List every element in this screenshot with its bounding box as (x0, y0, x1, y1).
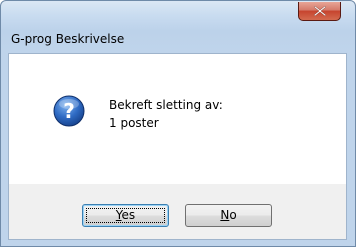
message-line-1: Bekreft sletting av: (109, 98, 223, 112)
dialog-window: G-prog Beskrivelse ? Bekreft sletting av… (0, 0, 356, 247)
close-icon (314, 6, 326, 16)
yes-label-rest: es (121, 208, 136, 222)
no-button-label: No (220, 208, 236, 222)
no-button[interactable]: No (185, 204, 272, 227)
dialog-body: ? Bekreft sletting av: 1 poster Yes No (8, 53, 347, 240)
no-label-rest: o (229, 208, 237, 222)
svg-text:?: ? (63, 99, 75, 123)
message-area: ? Bekreft sletting av: 1 poster (9, 54, 346, 184)
message-line-2: 1 poster (109, 116, 159, 130)
yes-button-label: Yes (116, 208, 135, 222)
question-icon: ? (53, 95, 85, 127)
yes-button[interactable]: Yes (82, 204, 169, 227)
window-title: G-prog Beskrivelse (11, 32, 125, 46)
close-button[interactable] (298, 2, 341, 21)
no-mnemonic: N (220, 208, 230, 222)
title-bar[interactable]: G-prog Beskrivelse (1, 1, 355, 53)
message-text: Bekreft sletting av: 1 poster (109, 96, 223, 132)
